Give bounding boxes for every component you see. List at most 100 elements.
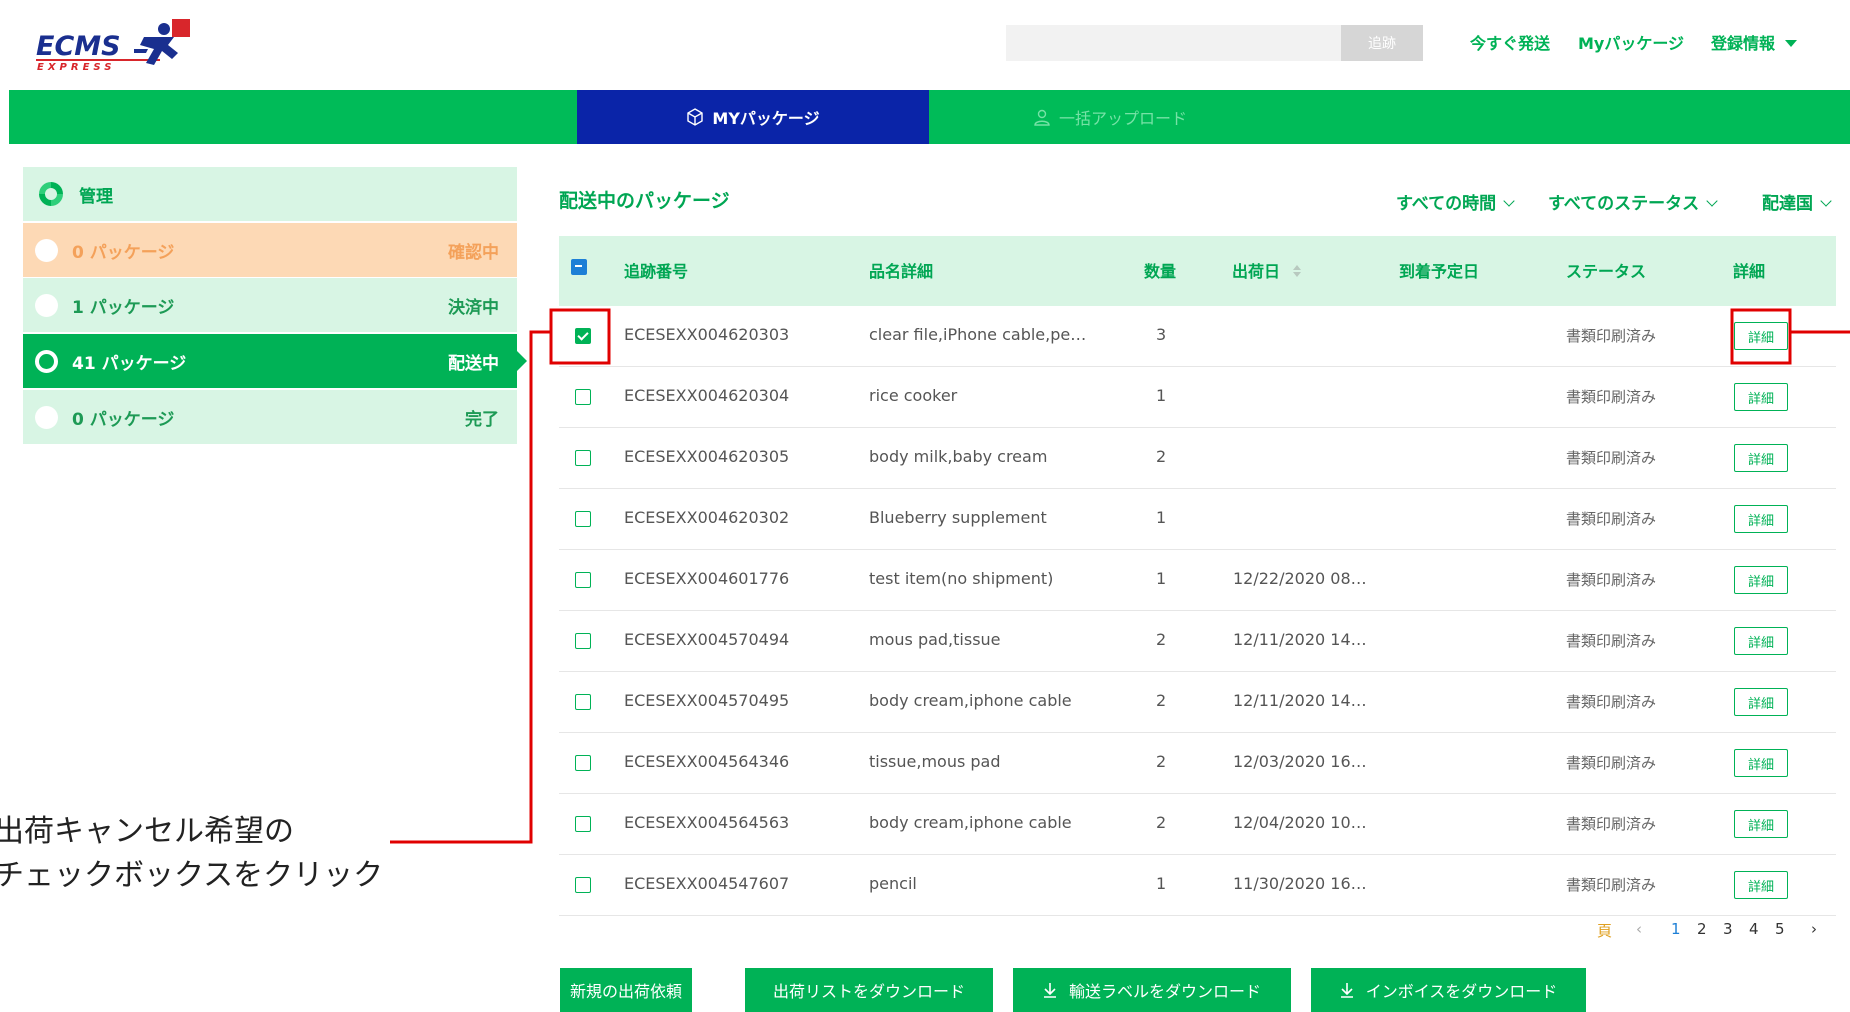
download-labels-button[interactable]: 輸送ラベルをダウンロード <box>1013 968 1291 1012</box>
time-filter[interactable]: すべての時間 <box>1396 189 1515 214</box>
sidebar-item-completed[interactable]: 0 パッケージ 完了 <box>23 390 517 444</box>
logo-graphic: ECMS EXPRESS <box>36 19 190 73</box>
detail-button[interactable]: 詳細 <box>1734 444 1788 472</box>
item-description: body cream,iphone cable <box>869 813 1072 832</box>
quantity: 1 <box>1156 508 1167 527</box>
column-header-eta: 到着予定日 <box>1399 262 1480 281</box>
tracking-number: ECESEXX004570495 <box>624 691 790 710</box>
detail-button[interactable]: 詳細 <box>1734 871 1788 899</box>
status-dot <box>35 293 58 317</box>
sidebar-item-confirming[interactable]: 0 パッケージ 確認中 <box>23 223 517 277</box>
shipment-status: 書類印刷済み <box>1566 327 1657 345</box>
detail-button[interactable]: 詳細 <box>1734 383 1788 411</box>
new-shipment-button[interactable]: 新規の出荷依頼 <box>560 968 692 1012</box>
tracking-number: ECESEXX004547607 <box>624 874 790 893</box>
quantity: 2 <box>1156 752 1167 771</box>
pagination-page-4[interactable]: 4 <box>1749 920 1759 938</box>
country-filter-label: 配達国 <box>1762 194 1813 214</box>
pagination-prev[interactable]: ‹ <box>1636 920 1642 938</box>
sidebar-item-payment[interactable]: 1 パッケージ 決済中 <box>23 278 517 332</box>
status-filter[interactable]: すべてのステータス <box>1548 189 1718 214</box>
tracking-number: ECESEXX004620305 <box>624 447 790 466</box>
row-checkbox[interactable] <box>575 633 591 649</box>
pagination-page-2[interactable]: 2 <box>1697 920 1707 938</box>
sidebar-item-shipping[interactable]: 41 パッケージ 配送中 <box>23 334 527 388</box>
manage-recycle-icon <box>39 182 63 206</box>
shipment-status: 書類印刷済み <box>1566 754 1657 772</box>
detail-button[interactable]: 詳細 <box>1734 810 1788 838</box>
country-filter[interactable]: 配達国 <box>1762 189 1832 214</box>
status-filter-label: すべてのステータス <box>1548 194 1700 214</box>
select-all-checkbox[interactable] <box>571 259 587 275</box>
logo-text: ECMS <box>36 31 121 62</box>
tab-my-packages[interactable]: MYパッケージ <box>577 90 929 144</box>
sidebar-item-label: 0 パッケージ <box>72 242 175 263</box>
pagination-label: 頁 <box>1597 922 1613 940</box>
detail-button[interactable]: 詳細 <box>1734 322 1788 350</box>
quantity: 1 <box>1156 874 1167 893</box>
column-header-ship-date[interactable]: 出荷日 <box>1232 258 1302 282</box>
download-icon <box>1043 983 1056 998</box>
row-checkbox[interactable] <box>575 572 591 588</box>
quantity: 1 <box>1156 386 1167 405</box>
detail-button[interactable]: 詳細 <box>1734 627 1788 655</box>
quantity: 2 <box>1156 813 1167 832</box>
chevron-down-icon <box>1503 195 1515 207</box>
quantity: 2 <box>1156 447 1167 466</box>
pagination-page-3[interactable]: 3 <box>1723 920 1733 938</box>
status-dot <box>35 405 58 429</box>
item-description: rice cooker <box>869 386 958 405</box>
row-checkbox[interactable] <box>575 511 591 527</box>
column-header-tracking: 追跡番号 <box>624 262 689 281</box>
row-checkbox[interactable] <box>575 450 591 466</box>
user-icon <box>1034 109 1050 126</box>
pagination-next[interactable]: › <box>1811 920 1817 938</box>
column-header-qty: 数量 <box>1144 262 1177 281</box>
row-checkbox[interactable] <box>575 755 591 771</box>
row-checkbox[interactable] <box>575 389 591 405</box>
row-checkbox[interactable] <box>575 328 591 344</box>
item-description: test item(no shipment) <box>869 569 1054 588</box>
download-icon <box>1340 983 1353 998</box>
tracking-number: ECESEXX004570494 <box>624 630 790 649</box>
row-checkbox[interactable] <box>575 877 591 893</box>
quantity: 2 <box>1156 691 1167 710</box>
pagination-page-1[interactable]: 1 <box>1671 920 1681 938</box>
item-description: pencil <box>869 874 917 893</box>
ship-date: 12/04/2020 10… <box>1233 813 1367 832</box>
tracking-number: ECESEXX004564346 <box>624 752 790 771</box>
detail-button[interactable]: 詳細 <box>1734 505 1788 533</box>
account-info-menu[interactable]: 登録情報 <box>1711 30 1798 54</box>
shipment-status: 書類印刷済み <box>1566 510 1657 528</box>
tracking-search-button[interactable]: 追跡 <box>1341 25 1423 61</box>
quantity: 2 <box>1156 630 1167 649</box>
chevron-down-icon <box>1820 195 1832 207</box>
pagination-page-5[interactable]: 5 <box>1775 920 1785 938</box>
item-description: body milk,baby cream <box>869 447 1048 466</box>
shipment-status: 書類印刷済み <box>1566 571 1657 589</box>
download-shipping-list-button[interactable]: 出荷リストをダウンロード <box>745 968 993 1012</box>
shipment-status: 書類印刷済み <box>1566 388 1657 406</box>
my-packages-link[interactable]: Myパッケージ <box>1578 30 1684 54</box>
tracking-search-input[interactable] <box>1006 25 1341 61</box>
row-checkbox[interactable] <box>575 816 591 832</box>
item-description: body cream,iphone cable <box>869 691 1072 710</box>
detail-button[interactable]: 詳細 <box>1734 688 1788 716</box>
ship-date: 12/22/2020 08… <box>1233 569 1367 588</box>
item-description: mous pad,tissue <box>869 630 1001 649</box>
detail-button[interactable]: 詳細 <box>1734 566 1788 594</box>
sidebar-header: 管理 <box>23 167 517 221</box>
package-icon <box>687 108 704 126</box>
download-invoice-button[interactable]: インボイスをダウンロード <box>1311 968 1586 1012</box>
sidebar-item-label: 41 パッケージ <box>72 353 187 374</box>
sidebar-item-label: 0 パッケージ <box>72 409 175 430</box>
shipment-status: 書類印刷済み <box>1566 449 1657 467</box>
row-checkbox[interactable] <box>575 694 591 710</box>
ship-now-link[interactable]: 今すぐ発送 <box>1470 30 1550 54</box>
ecms-logo[interactable]: ECMS EXPRESS <box>34 17 194 73</box>
quantity: 3 <box>1156 325 1167 344</box>
column-header-detail: 詳細 <box>1733 262 1766 281</box>
tab-bulk-upload[interactable]: 一括アップロード <box>1010 90 1210 144</box>
detail-button[interactable]: 詳細 <box>1734 749 1788 777</box>
tracking-number: ECESEXX004620304 <box>624 386 790 405</box>
